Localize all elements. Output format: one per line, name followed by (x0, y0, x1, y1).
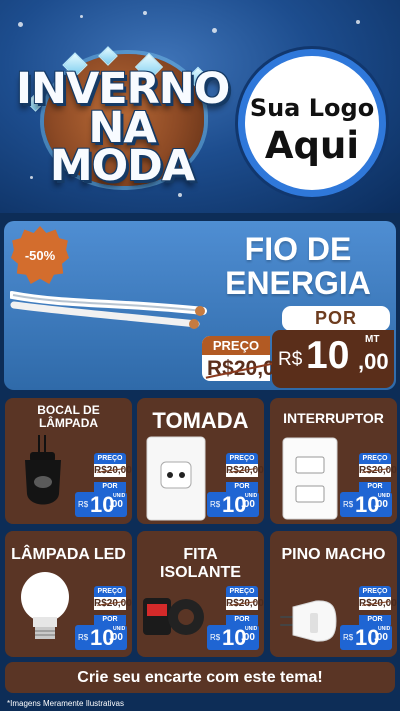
product-price-box: PREÇO R$20,00 POR R$ 10 ,00 UNID (75, 453, 132, 521)
product-new-price: R$ 10 ,00 UNID (207, 625, 259, 650)
product-old-price: R$20,00 (94, 597, 132, 610)
product-currency: R$ (78, 633, 89, 642)
main-old-price-box: PREÇO R$20,00 (202, 336, 286, 381)
product-por-label: POR (359, 615, 391, 625)
product-new-price: R$ 10 ,00 UNID (207, 492, 259, 517)
product-old-price: R$20,00 (226, 464, 264, 477)
product-old-price: R$20,00 (359, 597, 397, 610)
product-old-price: R$20,00 (94, 464, 132, 477)
product-por-label: POR (94, 482, 126, 492)
product-price-unit: UNID (245, 493, 258, 499)
main-product-title-line-1: FIO DE (244, 231, 352, 267)
main-por-label: POR (282, 306, 390, 331)
product-new-price: R$ 10 ,00 UNID (340, 492, 392, 517)
product-price-decimal: ,00 (374, 632, 388, 643)
product-old-price: R$20,00 (226, 597, 264, 610)
product-currency: R$ (343, 633, 354, 642)
product-preco-label: PREÇO (94, 586, 126, 597)
product-new-price: R$ 10 ,00 UNID (340, 625, 392, 650)
product-title: TOMADA (152, 408, 249, 433)
product-card: LÂMPADA LED PREÇO R$20,00 POR R$ 10 ,00 … (5, 531, 132, 657)
product-por-label: POR (94, 615, 126, 625)
headline-line-2: NA MODA (49, 102, 195, 192)
product-price-decimal: ,00 (109, 632, 123, 643)
main-preco-label: PREÇO (202, 336, 270, 355)
logo-text-large: Aqui (264, 124, 360, 167)
product-price-decimal: ,00 (241, 499, 255, 510)
product-preco-label: PREÇO (226, 453, 258, 464)
product-card: INTERRUPTOR PREÇO R$20,00 POR R$ 10 ,00 … (270, 398, 397, 524)
main-product-title-line-2: ENERGIA (225, 264, 371, 301)
main-price-integer: 10 (306, 334, 350, 377)
product-currency: R$ (343, 500, 354, 509)
product-title: BOCAL DE LÂMPADA (37, 403, 100, 430)
main-current-price: R$ 10 ,00 MT (272, 330, 394, 388)
product-title: PINO MACHO (281, 546, 386, 563)
product-price-unit: UNID (113, 626, 126, 632)
product-price-box: PREÇO R$20,00 POR R$ 10 ,00 UNID (207, 453, 264, 521)
main-currency: R$ (278, 349, 303, 370)
plug-image (280, 600, 337, 642)
product-price-box: PREÇO R$20,00 POR R$ 10 ,00 UNID (75, 586, 132, 654)
product-price-box: PREÇO R$20,00 POR R$ 10 ,00 UNID (207, 586, 264, 654)
product-preco-label: PREÇO (359, 453, 391, 464)
product-price-decimal: ,00 (374, 499, 388, 510)
insulating-tape-image (143, 598, 204, 635)
product-currency: R$ (78, 500, 89, 509)
wire-cable-image (10, 291, 207, 329)
cta-banner[interactable]: Crie seu encarte com este tema! (5, 662, 395, 693)
lamp-socket-image (25, 435, 61, 505)
disclaimer-text: *Imagens Meramente Ilustrativas (7, 699, 124, 708)
socket-outlet-image (146, 436, 206, 521)
main-price-decimal: ,00 (358, 349, 389, 374)
product-price-decimal: ,00 (109, 499, 123, 510)
discount-badge: -50% (11, 226, 69, 284)
product-old-price: R$20,00 (359, 464, 397, 477)
switch-image (282, 437, 338, 520)
product-new-price: R$ 10 ,00 UNID (75, 492, 127, 517)
product-card: TOMADA PREÇO R$20,00 POR R$ 10 ,00 UNID (137, 398, 264, 524)
product-preco-label: PREÇO (226, 586, 258, 597)
product-preco-label: PREÇO (359, 586, 391, 597)
product-title: LÂMPADA LED (11, 546, 126, 563)
main-price-unit: MT (365, 334, 380, 345)
product-price-unit: UNID (113, 493, 126, 499)
product-price-unit: UNID (378, 493, 391, 499)
product-price-decimal: ,00 (241, 632, 255, 643)
product-preco-label: PREÇO (94, 453, 126, 464)
main-product-title: FIO DE ENERGIA (208, 231, 388, 301)
logo-text-small: Sua Logo (249, 94, 375, 122)
headline: INVERNO NA MODA (16, 68, 230, 192)
product-currency: R$ (210, 500, 221, 509)
led-bulb-image (21, 572, 69, 639)
product-price-box: PREÇO R$20,00 POR R$ 10 ,00 UNID (340, 586, 397, 654)
product-por-label: POR (226, 615, 258, 625)
product-por-label: POR (359, 482, 391, 492)
main-offer-card: -50% FIO DE ENERGIA PREÇO R$20,00 POR R$… (4, 221, 396, 390)
product-card: PINO MACHO PREÇO R$20,00 POR R$ 10 ,00 U… (270, 531, 397, 657)
product-price-unit: UNID (245, 626, 258, 632)
product-card: BOCAL DE LÂMPADA PREÇO R$20,00 POR R$ 10 … (5, 398, 132, 524)
logo-placeholder: Sua Logo Aqui (238, 49, 386, 197)
product-title: INTERRUPTOR (283, 410, 384, 426)
hero-banner: INVERNO NA MODA Sua Logo Aqui (0, 0, 400, 213)
product-currency: R$ (210, 633, 221, 642)
product-new-price: R$ 10 ,00 UNID (75, 625, 127, 650)
product-price-unit: UNID (378, 626, 391, 632)
product-por-label: POR (226, 482, 258, 492)
product-price-box: PREÇO R$20,00 POR R$ 10 ,00 UNID (340, 453, 397, 521)
product-card: FITA ISOLANTE PREÇO R$20,00 POR R$ 10 ,0… (137, 531, 264, 657)
